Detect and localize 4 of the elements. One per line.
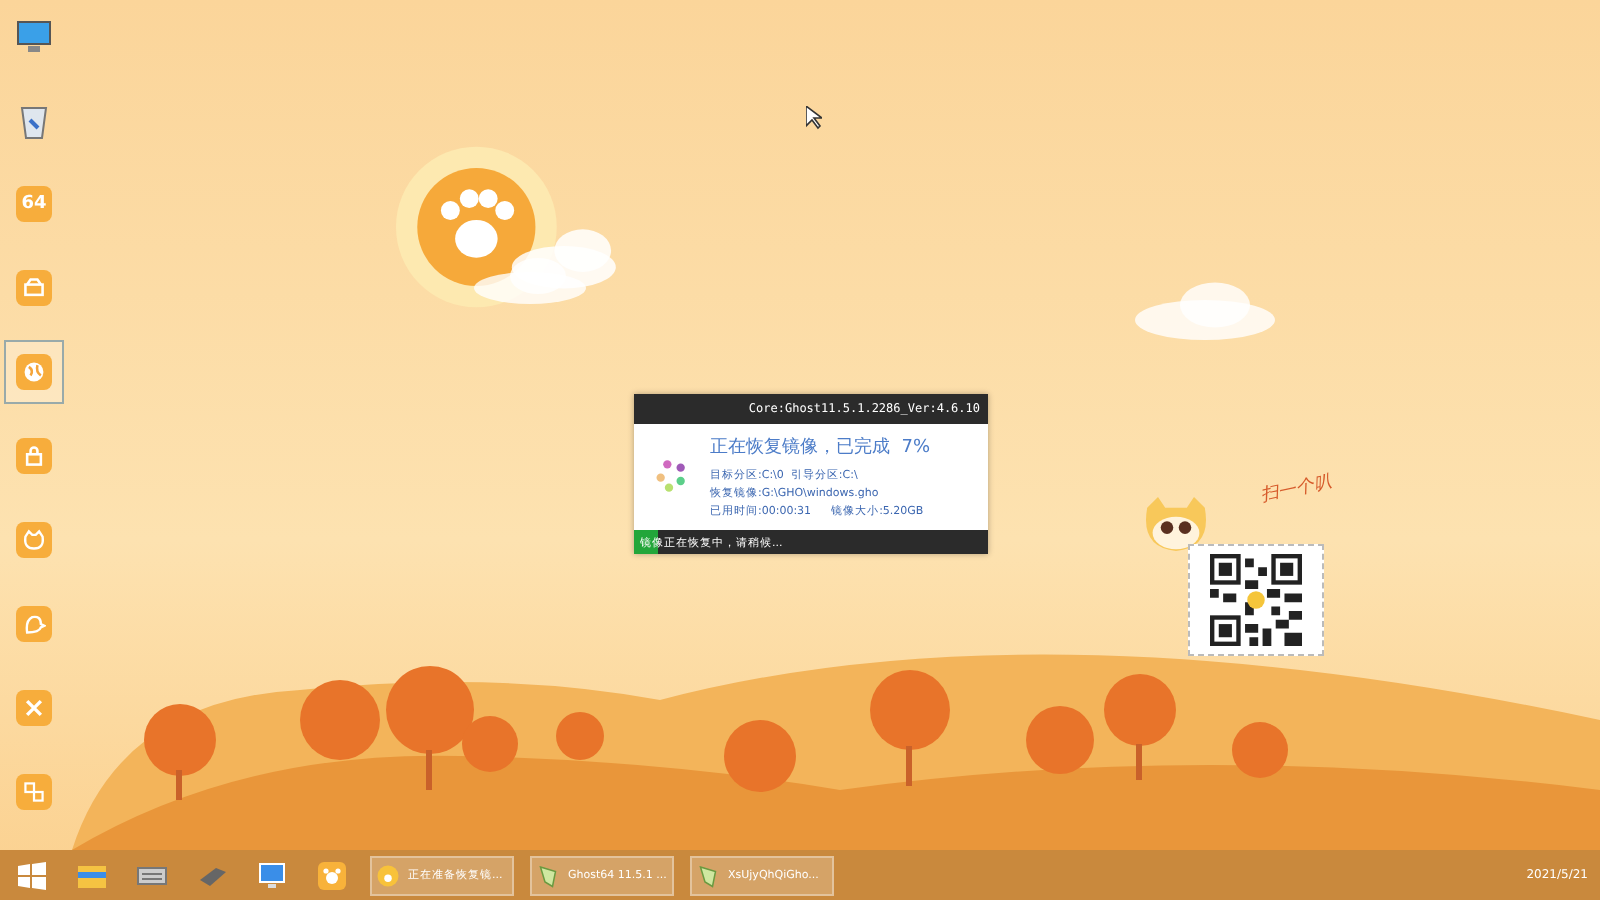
desktop-shortcut[interactable]: 64	[4, 172, 64, 236]
tile-label: 64	[21, 194, 47, 214]
handwritten-caption: 扫一个叭	[1258, 470, 1334, 510]
progress-heading: 正在恢复镜像，已完成 7%	[710, 435, 930, 460]
